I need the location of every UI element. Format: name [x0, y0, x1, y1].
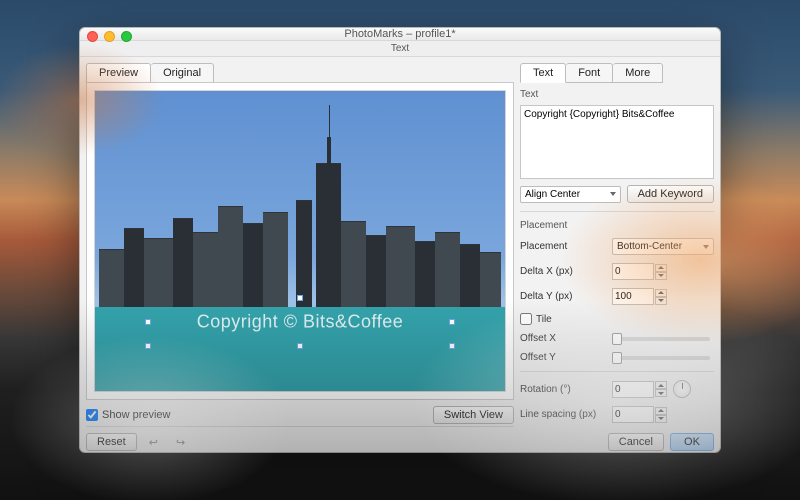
tab-original[interactable]: Original [151, 63, 214, 83]
linespacing-input[interactable] [612, 406, 654, 423]
deltay-input[interactable] [612, 288, 654, 305]
stepper-up-icon[interactable] [655, 407, 667, 415]
preview-image[interactable]: Copyright © Bits&Coffee [94, 90, 506, 392]
window-controls [87, 31, 132, 42]
selection-handle[interactable] [145, 343, 151, 349]
stepper-up-icon[interactable] [655, 381, 667, 389]
stepper-down-icon[interactable] [655, 389, 667, 397]
undo-icon[interactable]: ↩ [143, 436, 164, 449]
stepper-down-icon[interactable] [655, 272, 667, 280]
rotation-input[interactable] [612, 381, 654, 398]
tile-input[interactable] [520, 313, 532, 325]
stepper-down-icon[interactable] [655, 297, 667, 305]
reset-button[interactable]: Reset [86, 433, 137, 451]
rotation-label: Rotation (°) [520, 384, 606, 395]
cancel-button[interactable]: Cancel [608, 433, 664, 451]
tab-text[interactable]: Text [520, 63, 566, 83]
sheet-title: Text [80, 41, 720, 57]
deltay-label: Delta Y (px) [520, 291, 606, 302]
placement-label: Placement [520, 241, 606, 252]
app-window: PhotoMarks – profile1* Text Preview Orig… [79, 27, 721, 453]
show-preview-input[interactable] [86, 409, 98, 421]
placement-section-label: Placement [520, 220, 714, 231]
add-keyword-button[interactable]: Add Keyword [627, 185, 714, 203]
deltay-spinner[interactable] [612, 288, 667, 305]
tab-more[interactable]: More [613, 63, 663, 83]
deltax-input[interactable] [612, 263, 654, 280]
zoom-icon[interactable] [121, 31, 132, 42]
tab-font[interactable]: Font [566, 63, 613, 83]
linespacing-spinner[interactable] [612, 406, 667, 423]
stepper-up-icon[interactable] [655, 264, 667, 272]
offsety-label: Offset Y [520, 352, 606, 363]
watermark-text-input[interactable]: Copyright {Copyright} Bits&Coffee [520, 105, 714, 179]
tab-preview[interactable]: Preview [86, 63, 151, 83]
rotation-spinner[interactable] [612, 381, 667, 398]
selection-handle[interactable] [449, 343, 455, 349]
deltax-spinner[interactable] [612, 263, 667, 280]
preview-tabs: Preview Original [86, 63, 514, 83]
selection-handle[interactable] [145, 319, 151, 325]
linespacing-label: Line spacing (px) [520, 409, 606, 420]
rotation-dial[interactable] [673, 380, 691, 398]
placement-select[interactable]: Bottom-Center [612, 238, 714, 255]
watermark-overlay[interactable]: Copyright © Bits&Coffee [197, 312, 404, 333]
ok-button[interactable]: OK [670, 433, 714, 451]
desktop-wallpaper: PhotoMarks – profile1* Text Preview Orig… [0, 0, 800, 500]
redo-icon[interactable]: ↪ [170, 436, 191, 449]
stepper-down-icon[interactable] [655, 415, 667, 423]
tile-checkbox[interactable]: Tile [520, 313, 552, 325]
stepper-up-icon[interactable] [655, 289, 667, 297]
tile-label: Tile [536, 314, 552, 325]
offsety-slider[interactable] [612, 356, 710, 360]
minimize-icon[interactable] [104, 31, 115, 42]
selection-handle[interactable] [449, 319, 455, 325]
text-section-label: Text [520, 89, 714, 100]
selection-handle[interactable] [297, 343, 303, 349]
switch-view-button[interactable]: Switch View [433, 406, 514, 424]
settings-tabs: Text Font More [520, 63, 714, 83]
window-title: PhotoMarks – profile1* [80, 28, 720, 40]
align-select[interactable]: Align Center [520, 186, 621, 203]
titlebar: PhotoMarks – profile1* [80, 28, 720, 41]
selection-handle[interactable] [297, 295, 303, 301]
deltax-label: Delta X (px) [520, 266, 606, 277]
preview-area: Copyright © Bits&Coffee [86, 82, 514, 400]
show-preview-checkbox[interactable]: Show preview [86, 409, 170, 421]
offsetx-slider[interactable] [612, 337, 710, 341]
show-preview-label: Show preview [102, 409, 170, 421]
offsetx-label: Offset X [520, 333, 606, 344]
close-icon[interactable] [87, 31, 98, 42]
